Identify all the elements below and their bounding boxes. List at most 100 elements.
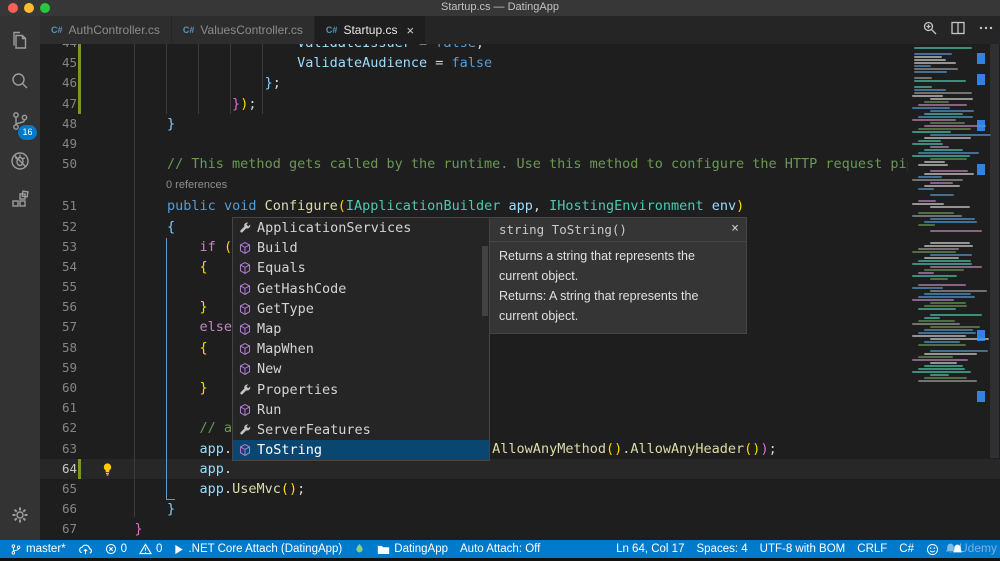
activity-source-control[interactable]: 16 [0, 104, 40, 140]
ruler-mark [977, 74, 985, 85]
code-line-66[interactable]: 66 } [40, 499, 1000, 519]
activity-extensions[interactable] [0, 184, 40, 218]
code-token: } [199, 299, 208, 316]
settings-icon [10, 505, 30, 525]
minimap-line [924, 269, 964, 271]
status-indentation[interactable]: Spaces: 4 [690, 540, 753, 558]
code-token: ValidateIssuer [297, 44, 411, 51]
open-changes-button[interactable] [922, 20, 938, 41]
minimap-line [918, 140, 941, 142]
play-icon [174, 544, 184, 555]
minimap-line [918, 332, 976, 334]
status-warnings[interactable]: 0 [133, 540, 168, 558]
suggest-scrollbar[interactable] [482, 246, 488, 316]
suggest-item-build[interactable]: Build [233, 238, 489, 258]
activity-search[interactable] [0, 64, 40, 98]
status-eol[interactable]: CRLF [851, 540, 893, 558]
minimap-line [924, 161, 945, 163]
status-flame[interactable] [348, 540, 371, 558]
codelens-references[interactable]: 0 references [40, 174, 1000, 196]
code-token: ; [476, 44, 484, 51]
code-line-44[interactable]: 44 ValidateIssuer = false; [40, 44, 1000, 54]
close-icon[interactable]: × [406, 24, 414, 37]
minimap-line [912, 215, 962, 217]
suggest-item-serverfeatures[interactable]: ServerFeatures [233, 420, 489, 440]
suggest-item-gettype[interactable]: GetType [233, 299, 489, 319]
code-text: { [102, 257, 208, 277]
code-line-47[interactable]: 47 }); [40, 93, 1000, 114]
activity-bar: 16 [0, 16, 40, 540]
code-token: } [167, 501, 176, 518]
code-line-49[interactable]: 49 [40, 134, 1000, 154]
minimap-line [930, 194, 954, 196]
method-icon [236, 281, 254, 297]
suggest-item-applicationservices[interactable]: ApplicationServices [233, 218, 489, 238]
suggest-item-map[interactable]: Map [233, 319, 489, 339]
line-number: 60 [61, 380, 77, 395]
code-token: // a [199, 420, 233, 437]
status-auto-attach[interactable]: Auto Attach: Off [454, 540, 546, 558]
minimap[interactable] [908, 45, 1000, 391]
modified-gutter-marker [78, 93, 81, 114]
activity-explorer[interactable] [0, 24, 40, 58]
minimap-line [912, 371, 971, 373]
scrollbar[interactable] [990, 44, 999, 458]
suggest-item-tostring[interactable]: ToString [233, 440, 489, 461]
status-workspace[interactable]: DatingApp [371, 540, 454, 558]
code-line-48[interactable]: 48 } [40, 114, 1000, 134]
status-encoding[interactable]: UTF-8 with BOM [754, 540, 852, 558]
code-token: . [223, 480, 233, 497]
code-line-61[interactable]: 61 [40, 398, 1000, 418]
suggest-item-properties[interactable]: Properties [233, 380, 489, 400]
code-line-62[interactable]: 62 // a [40, 418, 1000, 438]
split-editor-button[interactable] [950, 20, 966, 41]
code-line-50[interactable]: 50 // This method gets called by the run… [40, 154, 1000, 174]
code-line-67[interactable]: 67 } [40, 519, 1000, 539]
line-number: 61 [61, 400, 77, 416]
code-line-58[interactable]: 58 { [40, 338, 1000, 358]
status-publish[interactable] [72, 540, 99, 558]
status-label: master* [26, 543, 66, 555]
activity-debug[interactable] [0, 144, 40, 178]
docs-body: Returns a string that represents the cur… [490, 242, 746, 333]
minimap-line [912, 107, 950, 109]
minimap-line [914, 77, 932, 79]
code-line-59[interactable]: 59 [40, 358, 1000, 378]
suggest-item-equals[interactable]: Equals [233, 258, 489, 278]
activity-settings[interactable] [0, 498, 40, 532]
close-icon[interactable]: × [731, 221, 739, 236]
suggest-item-gethashcode[interactable]: GetHashCode [233, 279, 489, 299]
status-debug-launch[interactable]: .NET Core Attach (DatingApp) [168, 540, 348, 558]
tab-valuescontroller-cs[interactable]: C# ValuesController.cs [171, 16, 315, 44]
code-text: }; [102, 73, 281, 93]
tab-authcontroller-cs[interactable]: C# AuthController.cs [40, 16, 172, 44]
code-token: , [532, 198, 550, 215]
minimap-line [930, 374, 949, 376]
status-cursor-position[interactable]: Ln 64, Col 17 [610, 540, 690, 558]
status-language-mode[interactable]: C# [893, 540, 920, 558]
tab-startup-cs[interactable]: C# Startup.cs × [314, 16, 427, 44]
suggest-label: GetHashCode [257, 280, 347, 297]
code-line-46[interactable]: 46 }; [40, 73, 1000, 94]
code-line-60[interactable]: 60 } [40, 378, 1000, 398]
code-line-63[interactable]: 63 app. AllowAnyMethod().AllowAnyHeader(… [40, 439, 1000, 459]
method-icon [236, 301, 254, 317]
status-git-branch[interactable]: master* [4, 540, 72, 558]
status-errors[interactable]: 0 [99, 540, 133, 558]
minimap-line [924, 365, 963, 367]
status-label: DatingApp [394, 543, 448, 555]
code-line-45[interactable]: 45 ValidateAudience = false [40, 53, 1000, 74]
minimap-line [918, 104, 967, 106]
more-actions-button[interactable] [978, 20, 994, 41]
code-text: } [102, 519, 143, 539]
ruler-mark [977, 53, 985, 64]
suggest-item-mapwhen[interactable]: MapWhen [233, 339, 489, 359]
suggest-item-run[interactable]: Run [233, 400, 489, 420]
code-line-51[interactable]: 51 public void Configure(IApplicationBui… [40, 196, 1000, 216]
code-line-64[interactable]: 64 app. [40, 458, 1000, 479]
status-feedback[interactable] [920, 540, 945, 558]
code-line-65[interactable]: 65 app.UseMvc(); [40, 479, 1000, 499]
tab-label: AuthController.cs [68, 23, 160, 37]
suggest-item-new[interactable]: New [233, 359, 489, 379]
